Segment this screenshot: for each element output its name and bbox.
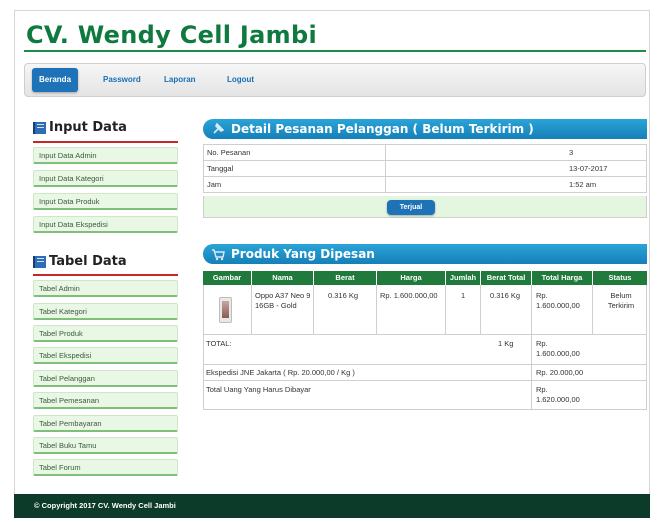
sidebar-item-tabel-kategori[interactable]: Tabel Kategori [33,303,178,320]
shipping-label: Ekspedisi JNE Jakarta ( Rp. 20.000,00 / … [206,368,355,377]
detail-panel-title: Detail Pesanan Pelanggan ( Belum Terkiri… [231,122,534,136]
sidebar-item-input-ekspedisi[interactable]: Input Data Ekspedisi [33,216,178,233]
detail-row-time: Jam 1:52 am [203,176,647,193]
nav-logout[interactable]: Logout [220,68,261,92]
grid-line [203,334,647,335]
detail-panel-header: Detail Pesanan Pelanggan ( Belum Terkiri… [203,119,647,139]
sidebar-item-input-admin[interactable]: Input Data Admin [33,147,178,164]
product-qty: 1 [461,291,466,300]
sidebar-item-tabel-ekspedisi[interactable]: Tabel Ekspedisi [33,347,178,364]
product-price: Rp. 1.600.000,00 [380,291,438,300]
input-data-rule [33,141,178,143]
detail-label: Jam [203,176,386,193]
product-thumbnail [219,297,232,323]
products-panel-header: Produk Yang Dipesan [203,244,647,264]
grand-total-price: Rp. 1.620.000,00 [536,385,580,404]
grid-line [480,285,481,334]
grand-total-label: Total Uang Yang Harus Dibayar [206,385,311,394]
col-header-gambar: Gambar [203,271,251,285]
book-icon [33,121,46,134]
grid-line [203,380,647,381]
grid-line [646,285,647,410]
book-icon [33,255,46,268]
cart-icon [212,249,225,261]
tabel-data-heading-text: Tabel Data [49,254,127,269]
grid-line [203,409,647,410]
site-title: CV. Wendy Cell Jambi [26,21,317,49]
product-weight: 0.316 Kg [328,291,359,300]
grid-line [376,285,377,334]
nav-password[interactable]: Password [96,68,148,92]
shipping-price: Rp. 20.000,00 [536,368,584,377]
order-detail-table: No. Pesanan 3 Tanggal 13-07-2017 Jam 1:5… [203,144,647,193]
terjual-button[interactable]: Terjual [387,200,435,215]
sidebar-item-tabel-admin[interactable]: Tabel Admin [33,280,178,297]
detail-row-order-number: No. Pesanan 3 [203,144,647,161]
detail-label: Tanggal [203,160,386,177]
title-divider [24,50,646,52]
input-data-heading: Input Data [33,120,127,135]
detail-value: 13-07-2017 [385,160,647,177]
sidebar-item-input-kategori[interactable]: Input Data Kategori [33,170,178,187]
nav-laporan[interactable]: Laporan [157,68,203,92]
grid-line [313,285,314,334]
grid-line [592,285,593,334]
sidebar-item-tabel-produk[interactable]: Tabel Produk [33,325,178,342]
grid-line [531,285,532,410]
total-label: TOTAL: [206,339,232,348]
detail-value: 1:52 am [385,176,647,193]
nav-beranda[interactable]: Beranda [32,68,79,92]
grid-line [203,364,647,365]
product-total-weight: 0.316 Kg [490,291,521,300]
grid-line [445,285,446,334]
sidebar-item-input-produk[interactable]: Input Data Produk [33,193,178,210]
col-header-status: Status [593,271,647,285]
sidebar-item-tabel-pembayaran[interactable]: Tabel Pembayaran [33,415,178,432]
col-header-jumlah: Jumlah [446,271,480,285]
pin-icon [213,122,225,134]
detail-value: 3 [385,144,647,161]
col-header-total-harga: Total Harga [532,271,592,285]
footer: © Copyright 2017 CV. Wendy Cell Jambi [14,494,650,518]
total-weight: 1 Kg [498,339,514,348]
sidebar-item-tabel-pelanggan[interactable]: Tabel Pelanggan [33,370,178,387]
total-price: Rp. 1.600.000,00 [536,339,580,358]
col-header-harga: Harga [377,271,445,285]
col-header-berat-total: Berat Total [481,271,531,285]
grid-line [251,285,252,334]
sidebar-item-tabel-forum[interactable]: Tabel Forum [33,459,178,476]
tabel-data-rule [33,274,178,276]
grid-line [203,285,204,410]
col-header-nama: Nama [252,271,313,285]
product-total-price: Rp. 1.600.000,00 [536,291,580,310]
product-status: Belum Terkirim [607,291,635,310]
sidebar-item-tabel-pemesanan[interactable]: Tabel Pemesanan [33,392,178,409]
col-header-berat: Berat [314,271,376,285]
products-panel-title: Produk Yang Dipesan [231,247,375,261]
detail-row-date: Tanggal 13-07-2017 [203,160,647,177]
tabel-data-heading: Tabel Data [33,254,127,269]
sidebar-item-tabel-buku-tamu[interactable]: Tabel Buku Tamu [33,437,178,454]
input-data-heading-text: Input Data [49,120,127,135]
product-name: Oppo A37 Neo 9 16GB - Gold [255,291,311,310]
detail-label: No. Pesanan [203,144,386,161]
